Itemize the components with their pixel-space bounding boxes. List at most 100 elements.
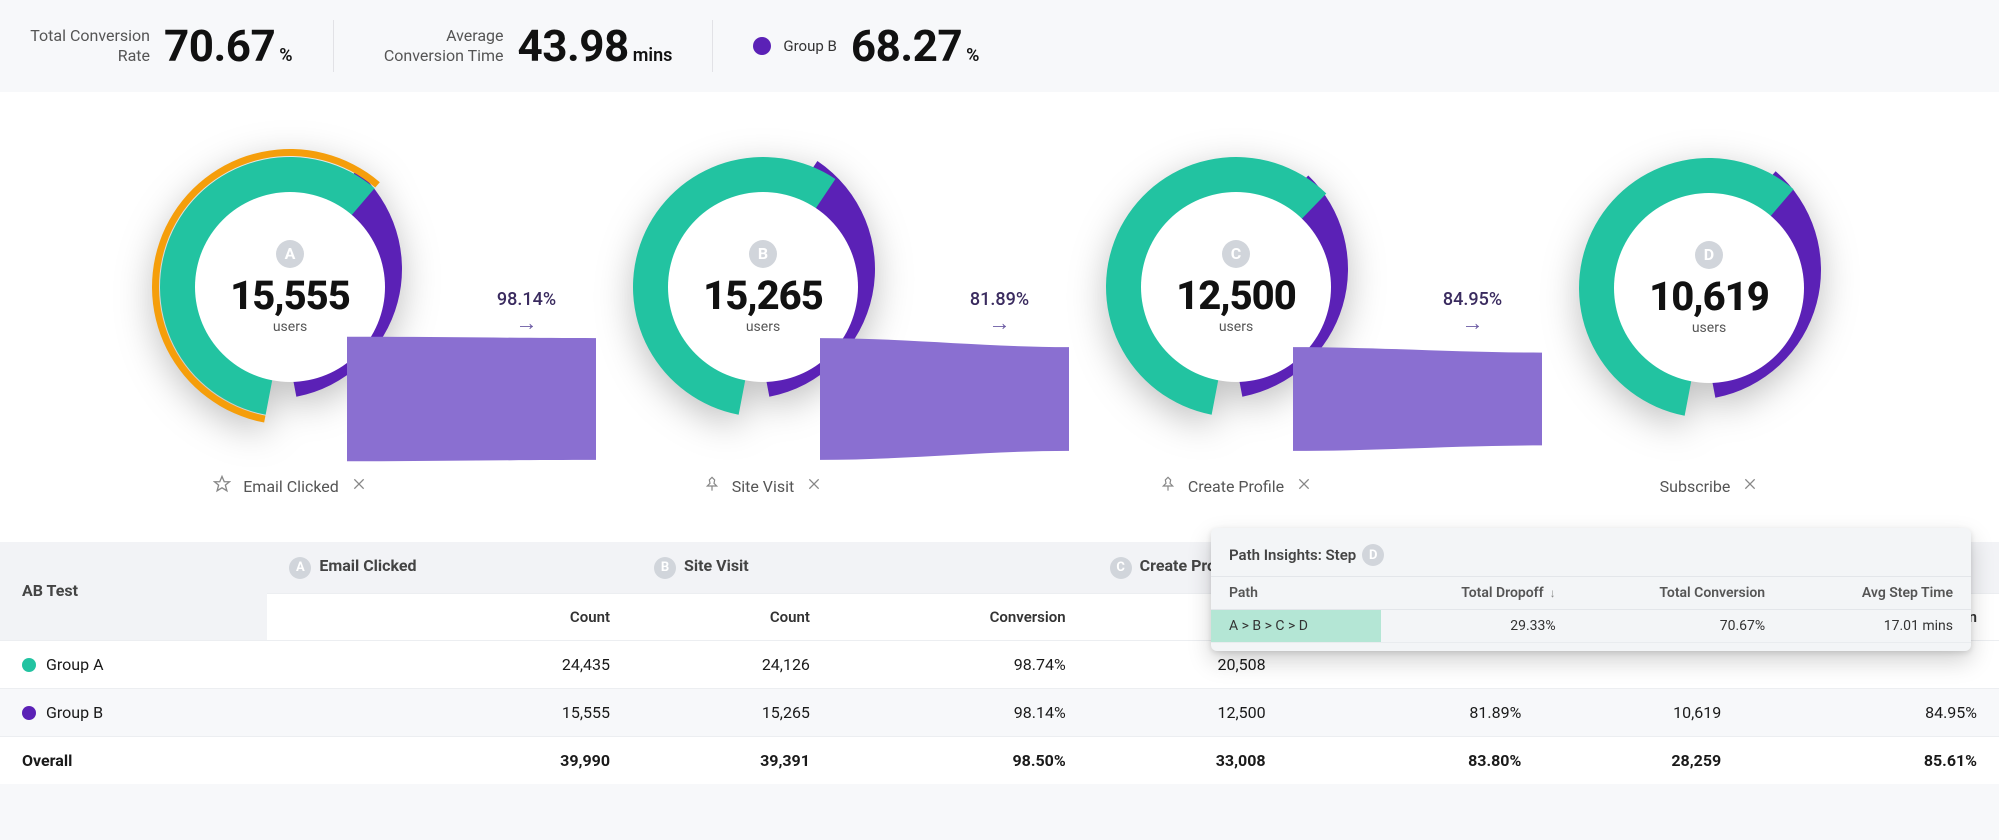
step-sublabel: users	[746, 319, 780, 335]
path-insights-body: A > B > C > D 29.33% 70.67% 17.01 mins	[1211, 610, 1971, 643]
connector-label: 81.89% →	[970, 289, 1029, 336]
subheader-count[interactable]: Count	[267, 593, 632, 640]
arrow-right-icon: →	[497, 310, 556, 336]
path-header[interactable]: Path	[1211, 577, 1381, 610]
subheader-count[interactable]: Count	[632, 593, 832, 640]
pin-icon[interactable]	[1160, 475, 1176, 497]
step-user-count: 12,500	[1176, 272, 1296, 319]
table-title: AB Test	[0, 542, 267, 640]
table-row[interactable]: Overall39,99039,39198.50%33,00883.80%28,…	[0, 736, 1999, 784]
path-insights-card[interactable]: Path Insights: Step D PathTotal Dropoff↓…	[1211, 528, 1971, 651]
cell: 15,555	[267, 688, 632, 736]
stat-unit: mins	[633, 45, 673, 66]
row-label: Overall	[0, 736, 267, 784]
stat-value-wrap: 43.98 mins	[518, 20, 673, 72]
pin-icon[interactable]	[704, 475, 720, 497]
step-name: Site Visit	[732, 477, 795, 496]
step-letter-badge: B	[654, 557, 676, 579]
funnel-connector: 98.14% →	[467, 289, 587, 336]
path-insights-title-text: Path Insights: Step	[1229, 546, 1356, 564]
col-header-b[interactable]: BSite Visit	[632, 542, 1088, 593]
col-header-a[interactable]: AEmail Clicked	[267, 542, 632, 593]
step-letter-badge: C	[1222, 240, 1250, 268]
connector-pct: 98.14%	[497, 289, 556, 310]
path-row[interactable]: A > B > C > D 29.33% 70.67% 17.01 mins	[1211, 610, 1971, 643]
cell: 83.80%	[1288, 736, 1544, 784]
step-user-count: 15,265	[703, 272, 823, 319]
cell: 28,259	[1543, 736, 1743, 784]
cell: 98.74%	[832, 640, 1088, 688]
donut-chart: D 10,619 users	[1549, 128, 1869, 448]
path-header[interactable]: Total Conversion	[1574, 577, 1784, 610]
cell: 12,500	[1088, 688, 1288, 736]
donut-center: D 10,619 users	[1614, 193, 1804, 383]
arrow-right-icon: →	[970, 310, 1029, 336]
step-letter-badge: C	[1110, 557, 1132, 579]
step-letter-badge: A	[276, 240, 304, 268]
star-icon[interactable]	[213, 475, 231, 497]
step-user-count: 10,619	[1649, 273, 1769, 320]
funnel-connector: 84.95% →	[1413, 289, 1533, 336]
conversion-cell: 70.67%	[1574, 610, 1784, 643]
funnel-step-d[interactable]: D 10,619 users Subscribe	[1539, 128, 1879, 496]
stat-unit: %	[279, 45, 292, 66]
connector-label: 98.14% →	[497, 289, 556, 336]
stat-total-conversion-rate: Total Conversion Rate 70.67 %	[20, 20, 334, 72]
dropoff-cell: 29.33%	[1381, 610, 1574, 643]
path-insights-title: Path Insights: Step D	[1211, 540, 1971, 576]
row-label: Group B	[0, 688, 267, 736]
ab-test-table-wrap: AB TestAEmail ClickedBSite VisitCCreate …	[0, 542, 1999, 784]
step-footer: Create Profile	[1160, 475, 1312, 497]
cell: 84.95%	[1743, 688, 1999, 736]
cell: 98.14%	[832, 688, 1088, 736]
arrow-right-icon: →	[1443, 310, 1502, 336]
stat-unit: %	[966, 45, 979, 66]
legend: Group B	[753, 37, 836, 55]
subheader-conversion[interactable]: Conversion	[832, 593, 1088, 640]
cell: 39,391	[632, 736, 832, 784]
row-label: Group A	[0, 640, 267, 688]
step-sublabel: users	[273, 319, 307, 335]
stat-value: 68.27	[851, 20, 962, 72]
path-header[interactable]: Avg Step Time	[1783, 577, 1971, 610]
stats-bar: Total Conversion Rate 70.67 % Average Co…	[0, 0, 1999, 82]
connector-label: 84.95% →	[1443, 289, 1502, 336]
step-footer: Site Visit	[704, 475, 823, 497]
cell: 81.89%	[1288, 688, 1544, 736]
funnel-connector: 81.89% →	[940, 289, 1060, 336]
close-icon[interactable]	[1742, 476, 1758, 496]
step-name: Subscribe	[1660, 477, 1731, 496]
step-user-count: 15,555	[230, 272, 350, 319]
cell: 10,619	[1543, 688, 1743, 736]
cell: 24,126	[632, 640, 832, 688]
step-letter-badge: D	[1695, 241, 1723, 269]
funnel-chart: A 15,555 users Email Clicked 98.14% →	[0, 92, 1999, 542]
step-letter-badge: A	[289, 557, 311, 579]
path-cell: A > B > C > D	[1211, 610, 1381, 643]
step-name: Create Profile	[1188, 477, 1284, 496]
cell: 33,008	[1088, 736, 1288, 784]
stat-value-wrap: 68.27 %	[851, 20, 980, 72]
sort-desc-icon[interactable]: ↓	[1544, 586, 1556, 600]
connector-pct: 84.95%	[1443, 289, 1502, 310]
cell: 15,265	[632, 688, 832, 736]
step-letter-badge: B	[749, 240, 777, 268]
step-sublabel: users	[1219, 319, 1253, 335]
cell: 24,435	[267, 640, 632, 688]
stat-value-wrap: 70.67 %	[164, 20, 293, 72]
connector-pct: 81.89%	[970, 289, 1029, 310]
step-name: Email Clicked	[243, 477, 339, 496]
legend-label: Group B	[783, 37, 836, 55]
stat-group-legend: Group B 68.27 %	[753, 20, 1019, 72]
step-footer: Subscribe	[1660, 476, 1759, 496]
path-insights-table: PathTotal Dropoff↓Total ConversionAvg St…	[1211, 576, 1971, 643]
step-footer: Email Clicked	[213, 475, 367, 497]
cell: 39,990	[267, 736, 632, 784]
stat-value: 43.98	[518, 20, 629, 72]
stat-label: Total Conversion Rate	[20, 26, 150, 66]
table-row[interactable]: Group B15,55515,26598.14%12,50081.89%10,…	[0, 688, 1999, 736]
group-swatch-icon	[22, 706, 36, 720]
table-body: Group A24,43524,12698.74%20,508Group B15…	[0, 640, 1999, 784]
stat-avg-conversion-time: Average Conversion Time 43.98 mins	[374, 20, 714, 72]
path-header[interactable]: Total Dropoff↓	[1381, 577, 1574, 610]
